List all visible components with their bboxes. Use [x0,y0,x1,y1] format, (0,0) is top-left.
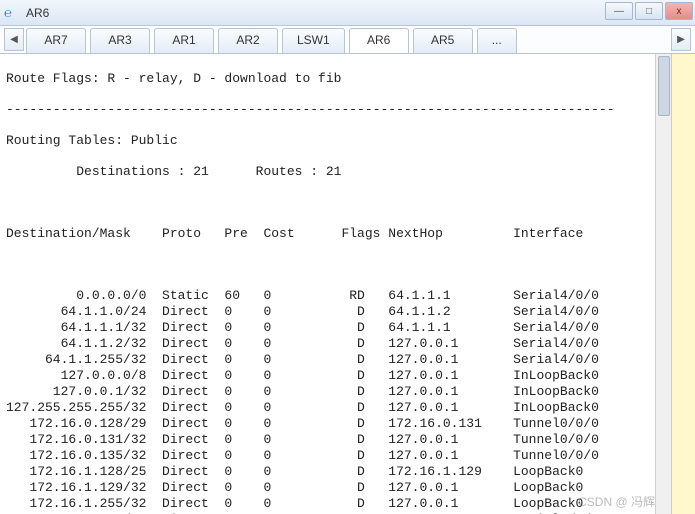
divider-line: ----------------------------------------… [6,102,689,118]
terminal-content[interactable]: Route Flags: R - relay, D - download to … [0,54,695,514]
tab-lsw1[interactable]: LSW1 [282,28,345,53]
tab-scroll-right[interactable]: ▶ [671,28,691,51]
scrollbar-thumb[interactable] [658,56,670,116]
tab-ar1[interactable]: AR1 [154,28,214,53]
vertical-scrollbar[interactable] [655,54,671,514]
routing-tables-line: Routing Tables: Public [6,133,689,149]
route-row: 0.0.0.0/0 Static 60 0 RD 64.1.1.1 Serial… [6,288,689,304]
tab-ar7[interactable]: AR7 [26,28,86,53]
route-row: 127.0.0.1/32 Direct 0 0 D 127.0.0.1 InLo… [6,384,689,400]
window-titlebar: ℮ AR6 — □ x [0,0,695,26]
summary-line: Destinations : 21 Routes : 21 [6,164,689,180]
close-button[interactable]: x [665,2,693,20]
route-row: 172.16.1.128/25 Direct 0 0 D 172.16.1.12… [6,464,689,480]
blank-line [6,195,689,211]
column-headers: Destination/Mask Proto Pre Cost Flags Ne… [6,226,689,242]
route-row: 64.1.1.2/32 Direct 0 0 D 127.0.0.1 Seria… [6,336,689,352]
tab-ar3[interactable]: AR3 [90,28,150,53]
blank-line-2 [6,257,689,273]
tab-ar6[interactable]: AR6 [349,28,409,53]
route-row: 64.1.1.255/32 Direct 0 0 D 127.0.0.1 Ser… [6,352,689,368]
route-row: 64.1.1.0/24 Direct 0 0 D 64.1.1.2 Serial… [6,304,689,320]
route-row: 172.16.0.131/32 Direct 0 0 D 127.0.0.1 T… [6,432,689,448]
app-icon: ℮ [4,5,20,21]
tab-scroll-left[interactable]: ◀ [4,28,24,51]
tab-ar2[interactable]: AR2 [218,28,278,53]
maximize-button[interactable]: □ [635,2,663,20]
route-row: 127.255.255.255/32 Direct 0 0 D 127.0.0.… [6,400,689,416]
tab-more[interactable]: ... [477,28,517,53]
background-window-strip [671,54,695,514]
route-row: 127.0.0.0/8 Direct 0 0 D 127.0.0.1 InLoo… [6,368,689,384]
watermark-text: CSDN @ 冯辉 [578,493,655,510]
route-row: 172.16.0.135/32 Direct 0 0 D 127.0.0.1 T… [6,448,689,464]
route-row: 64.1.1.1/32 Direct 0 0 D 64.1.1.1 Serial… [6,320,689,336]
tab-bar: ◀ AR7AR3AR1AR2LSW1AR6AR5... ▶ [0,26,695,54]
window-title: AR6 [26,6,49,20]
window-controls: — □ x [605,2,693,20]
tab-ar5[interactable]: AR5 [413,28,473,53]
minimize-button[interactable]: — [605,2,633,20]
route-row: 172.16.0.128/29 Direct 0 0 D 172.16.0.13… [6,416,689,432]
route-flags-line: Route Flags: R - relay, D - download to … [6,71,689,87]
